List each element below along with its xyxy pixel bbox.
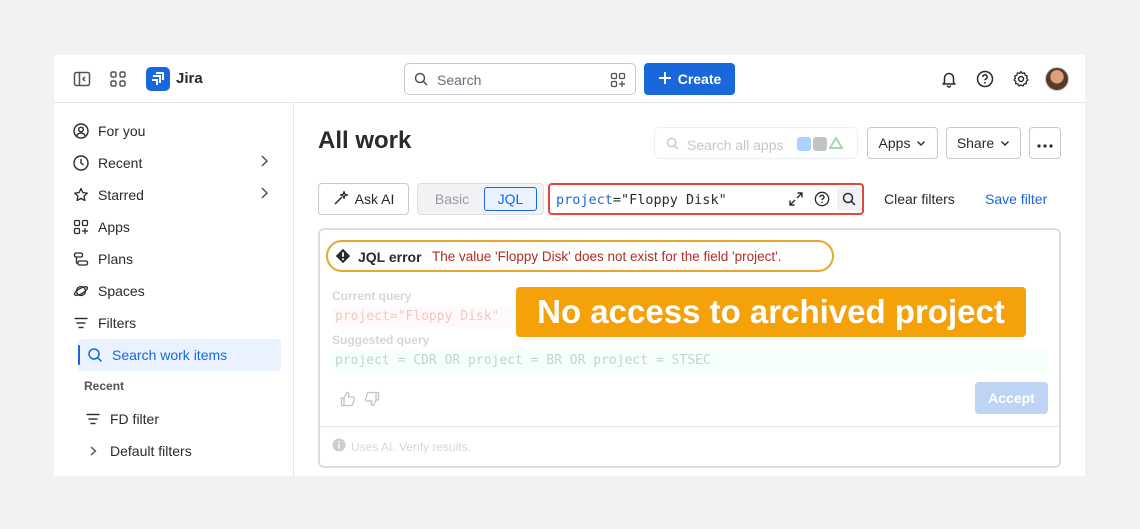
sidebar-item-label: FD filter [110, 411, 159, 427]
error-message: The value 'Floppy Disk' does not exist f… [432, 249, 782, 264]
suggested-query-label: Suggested query [332, 333, 430, 347]
save-filter-button[interactable]: Save filter [985, 191, 1047, 207]
clock-icon [72, 154, 90, 172]
sidebar-item-plans[interactable]: Plans [72, 245, 133, 273]
sidebar-item-label: Starred [98, 187, 144, 203]
clear-filters-button[interactable]: Clear filters [884, 191, 955, 207]
current-query-code: project="Floppy Disk" [332, 307, 514, 327]
app-name[interactable]: Jira [176, 70, 203, 87]
sidebar-active-indicator [78, 345, 80, 365]
sidebar-toggle-icon[interactable] [70, 67, 94, 91]
help-icon[interactable] [814, 191, 830, 212]
app-switcher-icon[interactable] [106, 67, 130, 91]
filter-icon [72, 314, 90, 332]
jira-logo-icon[interactable] [146, 67, 170, 91]
chevron-right-icon[interactable] [258, 186, 270, 203]
share-button-label: Share [956, 135, 995, 151]
integration-logos-icon [797, 137, 843, 151]
thumbs-down-icon[interactable] [363, 390, 381, 408]
jql-query-input[interactable]: project="Floppy Disk" [548, 183, 864, 215]
sidebar-item-label: Recent [98, 155, 143, 171]
sidebar-item-label: Apps [98, 219, 130, 235]
panel-divider [320, 426, 1059, 427]
jql-keyword: project [556, 192, 613, 208]
page-title: All work [318, 127, 412, 154]
search-icon [666, 137, 679, 155]
jql-error-banner: JQL error The value 'Floppy Disk' does n… [326, 240, 834, 272]
apps-icon [72, 218, 90, 236]
top-navigation: Jira Search Create [54, 55, 1085, 103]
global-search-input[interactable]: Search [404, 63, 636, 95]
search-placeholder: Search [437, 72, 482, 88]
jql-error-panel: JQL error The value 'Floppy Disk' does n… [318, 228, 1061, 468]
expand-icon[interactable] [788, 191, 804, 212]
sidebar-item-fd-filter[interactable]: FD filter [84, 405, 159, 433]
sidebar-item-search-work-items[interactable]: Search work items [86, 341, 227, 369]
help-icon[interactable] [973, 67, 997, 91]
search-icon [414, 72, 428, 91]
sidebar: For you Recent Starred Apps Plans Spaces [54, 103, 294, 476]
info-icon [332, 438, 346, 455]
sidebar-item-default-filters[interactable]: Default filters [84, 437, 192, 465]
accept-suggestion-button[interactable]: Accept [975, 382, 1048, 414]
settings-gear-icon[interactable] [1009, 67, 1033, 91]
ai-disclaimer-text: Uses AI. Verify results. [351, 439, 472, 454]
sidebar-item-label: Filters [98, 315, 137, 331]
basic-mode-tab[interactable]: Basic [422, 187, 482, 211]
annotation-callout: No access to archived project [516, 287, 1026, 337]
more-actions-button[interactable] [1029, 127, 1061, 159]
sidebar-item-spaces[interactable]: Spaces [72, 277, 145, 305]
ask-ai-label: Ask AI [354, 191, 395, 207]
share-dropdown-button[interactable]: Share [946, 127, 1021, 159]
sidebar-item-apps[interactable]: Apps [72, 213, 130, 241]
sidebar-item-starred[interactable]: Starred [72, 181, 144, 209]
star-icon [72, 186, 90, 204]
user-circle-icon [72, 122, 90, 140]
sidebar-item-label: Search work items [112, 347, 228, 363]
recent-section-heading: Recent [84, 379, 125, 393]
search-all-apps-input[interactable]: Search all apps [654, 127, 858, 159]
chevron-right-icon[interactable] [84, 442, 102, 460]
ai-disclaimer: Uses AI. Verify results. [332, 438, 471, 455]
chevron-down-icon [916, 135, 926, 151]
create-label: Create [677, 71, 722, 87]
apps-button-label: Apps [878, 135, 911, 151]
search-icon [86, 346, 104, 364]
apps-search-placeholder: Search all apps [687, 137, 784, 153]
user-avatar[interactable] [1045, 67, 1069, 91]
jql-value: ="Floppy Disk" [612, 192, 727, 208]
thumbs-up-icon[interactable] [339, 390, 357, 408]
sidebar-item-label: Default filters [110, 443, 192, 459]
current-query-label: Current query [332, 289, 412, 303]
sidebar-item-recent[interactable]: Recent [72, 149, 142, 177]
query-mode-toggle: Basic JQL [417, 183, 544, 215]
app-window: Jira Search Create For you Recent Starre… [54, 55, 1085, 476]
error-title: JQL error [358, 249, 422, 265]
jql-query-text: project="Floppy Disk" [556, 192, 727, 208]
plus-icon [658, 71, 672, 88]
warning-icon [335, 248, 351, 269]
suggested-query-code: project = CDR OR project = BR OR project… [332, 350, 1047, 372]
notifications-bell-icon[interactable] [937, 67, 961, 91]
apps-dropdown-button[interactable]: Apps [867, 127, 938, 159]
sidebar-item-filters[interactable]: Filters [72, 309, 136, 337]
create-button[interactable]: Create [644, 63, 735, 95]
filter-icon [84, 410, 102, 428]
chevron-down-icon [1000, 135, 1010, 151]
chevron-right-icon[interactable] [258, 154, 270, 171]
plans-icon [72, 250, 90, 268]
more-horizontal-icon [1037, 135, 1053, 151]
jql-mode-tab[interactable]: JQL [484, 187, 537, 211]
planet-icon [72, 282, 90, 300]
sidebar-item-label: Plans [98, 251, 134, 267]
search-icon[interactable] [837, 187, 861, 211]
sidebar-item-label: Spaces [98, 283, 145, 299]
search-filter-icon[interactable] [610, 72, 626, 93]
ai-sparkle-icon [333, 190, 349, 209]
sidebar-item-for-you[interactable]: For you [72, 117, 145, 145]
ask-ai-button[interactable]: Ask AI [318, 183, 409, 215]
sidebar-item-label: For you [98, 123, 146, 139]
